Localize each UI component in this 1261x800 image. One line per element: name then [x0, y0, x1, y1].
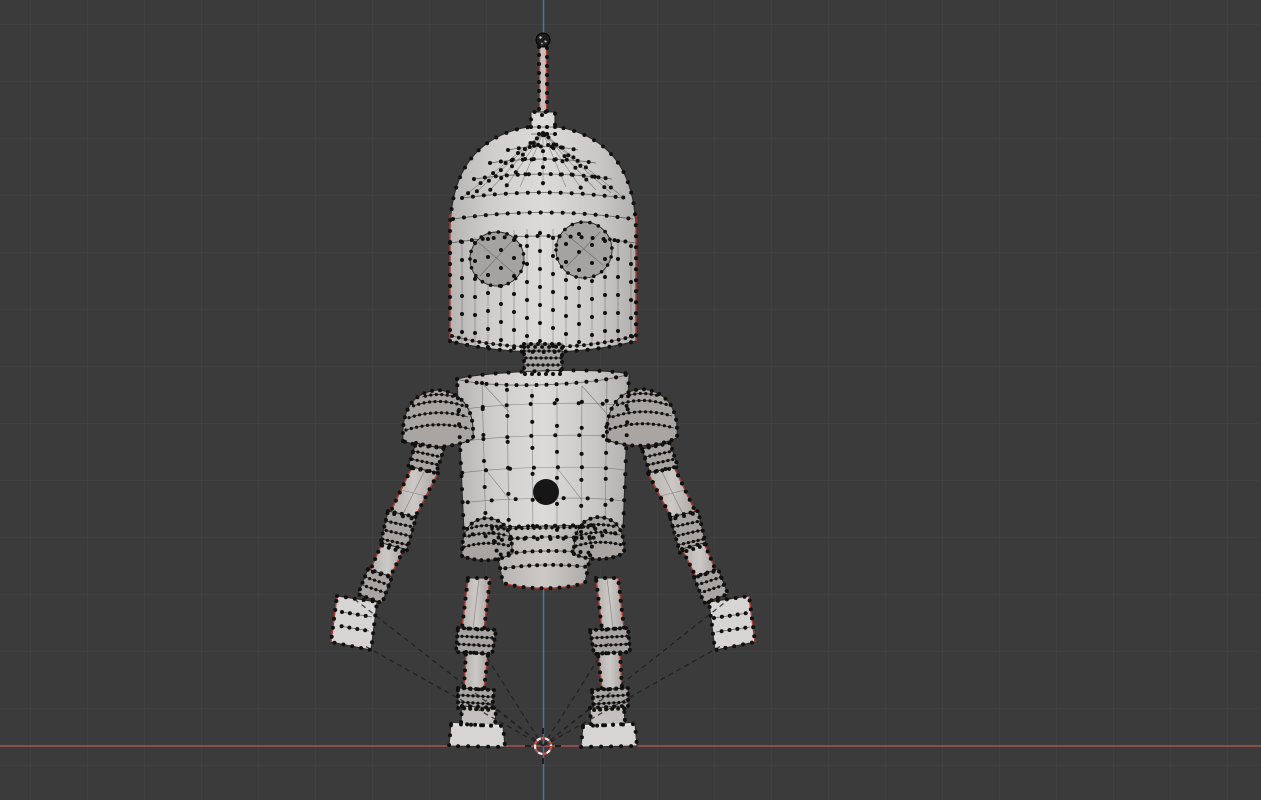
knee-band[interactable]	[455, 627, 497, 655]
antenna-ball-sparkle	[539, 36, 542, 39]
antenna-tip-ball[interactable]	[535, 32, 551, 48]
blender-3d-viewport[interactable]	[0, 0, 1261, 800]
robot-torso[interactable]	[456, 369, 630, 541]
torso-cylinder[interactable]	[456, 369, 630, 540]
torso-button[interactable]	[533, 479, 559, 505]
foot[interactable]	[580, 723, 638, 748]
foot[interactable]	[448, 723, 506, 748]
antenna-ball-sparkle	[541, 42, 543, 45]
viewport-canvas[interactable]	[0, 0, 1261, 800]
knee-band[interactable]	[589, 627, 631, 655]
antenna-ball-sparkle	[544, 40, 547, 43]
